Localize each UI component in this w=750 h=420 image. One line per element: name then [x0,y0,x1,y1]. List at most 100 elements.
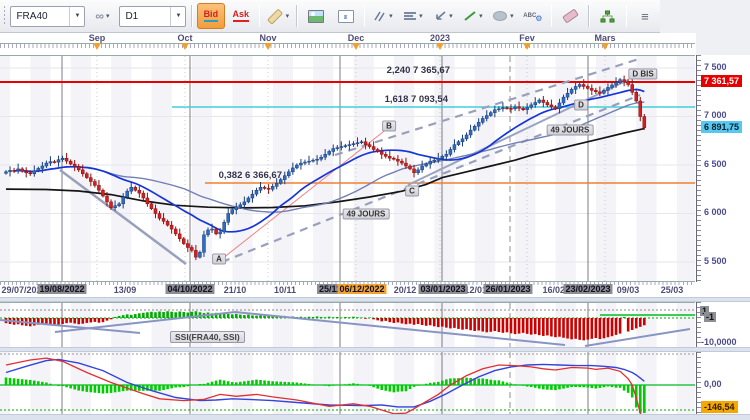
macd-axis[interactable]: 0,00-146,54 [696,352,750,414]
macd-zero-label: 0,00 [704,379,722,389]
price-axis-ticks [697,55,701,282]
photo-icon [308,10,324,23]
ssi-bottom-label: -10,0000 [701,337,737,347]
ssi-panel[interactable] [0,302,695,348]
date-badge[interactable]: 26/01/2023 [483,284,532,294]
chain-icon: ∞ [95,9,104,23]
month-label: Nov [238,33,298,43]
chart-menu-button[interactable]: ≡ [631,3,659,29]
main-panel-bottom-border [0,281,695,282]
fib-level-label: 0,382 6 366,67 [82,170,282,181]
main-chart-panel[interactable] [0,56,695,282]
bid-label: Bid [204,10,219,22]
eraser-button[interactable] [556,3,584,29]
freehand-icon [373,10,387,22]
month-marker-icon [436,43,444,50]
chevron-down-icon[interactable]: ▾ [106,12,110,20]
month-marker-icon [264,43,272,50]
ssi-value-badge: -1 [704,312,716,322]
bottom-strip [0,414,750,420]
fib-level-label: 1,618 7 093,54 [248,94,448,105]
horizontal-lines-icon [403,10,417,22]
ellipse-tool-button[interactable]: ▾ [489,3,517,29]
gear-icon: ⚙ [535,14,542,23]
month-label: Fev [497,33,557,43]
macd-chart[interactable] [0,352,695,414]
timeframe-value: D1 [120,11,170,22]
chart-point-badge[interactable]: D BIS [628,69,657,80]
toolbar-separator [588,5,589,27]
chart-point-badge[interactable]: B [382,121,396,132]
ssi-chart[interactable] [0,303,695,347]
toolbar-separator [626,5,627,27]
date-axis[interactable]: 29/07/202219/08/202213/0904/10/202221/10… [0,282,696,297]
link-charts-button[interactable]: ∞ ▾ [88,3,116,29]
month-axis[interactable]: Sep Oct Nov Dec 2023 Fev Mars [0,33,696,55]
fib-level-label: 2,240 7 365,67 [250,65,450,76]
ssi-axis[interactable]: 1-1-10,0000 [696,302,750,347]
chart-point-badge[interactable]: D [574,100,588,111]
org-structure-icon [600,10,615,23]
chevron-down-icon[interactable]: ▾ [479,12,483,20]
price-tick-label: 5 500 [704,256,727,266]
trading-app: FRA40 ▼ ∞ ▾ D1 ▼ Bid Ask ▾ [0,0,750,420]
bid-price-button[interactable]: Bid [197,3,225,29]
month-label: Sep [67,33,127,43]
last-price-badge[interactable]: 6 891,75 [701,121,742,133]
toolbar-separator [364,5,365,27]
level-price-badge[interactable]: 7 361,57 [701,75,742,87]
symbol-select[interactable]: FRA40 ▼ [10,6,85,27]
chevron-down-icon[interactable]: ▾ [510,12,514,20]
price-tick-label: 6 500 [704,159,727,169]
date-badge[interactable]: 19/08/2022 [37,284,86,294]
chevron-down-icon[interactable]: ▾ [286,12,290,20]
freehand-draw-button[interactable]: ▾ [369,3,397,29]
chevron-down-icon[interactable]: ▾ [449,12,453,20]
toolbar-grip[interactable] [4,6,5,26]
ask-price-button[interactable]: Ask [227,3,255,29]
ellipse-icon [492,10,508,22]
measure-tool-button[interactable]: ▾ [264,3,292,29]
chart-point-badge[interactable]: A [212,254,226,265]
chart-point-badge[interactable]: 49 JOURS [343,209,390,220]
chevron-down-icon[interactable]: ▾ [419,12,423,20]
eraser-icon [562,8,579,23]
chevron-down-icon[interactable]: ▼ [69,7,84,26]
price-tick-label: 7 500 [704,62,727,72]
chart-snapshot-button[interactable] [332,3,360,29]
price-axis[interactable]: 7 500 7 000 6 500 6 000 5 500 7 361,57 6 891,7… [696,55,750,282]
date-label: 13/09 [85,285,165,295]
workspace-layout-button[interactable] [594,3,622,29]
macd-panel[interactable] [0,352,695,415]
toolbar: FRA40 ▼ ∞ ▾ D1 ▼ Bid Ask ▾ [0,0,660,33]
text-tool-button[interactable]: ABC ⚙ [519,3,547,29]
month-label: 2023 [410,33,470,43]
chart-image-icon [338,10,354,23]
chart-point-badge[interactable]: C [405,186,419,197]
date-badge[interactable]: 03/01/2023 [418,284,467,294]
toolbar-spacer [696,33,750,55]
month-label: Oct [155,33,215,43]
toolbar-separator [296,5,297,27]
month-marker-icon [601,43,609,50]
timeframe-select[interactable]: D1 ▼ [119,6,186,27]
main-panel-top-border [0,55,695,56]
trendline-tool-button[interactable]: ▾ [459,3,487,29]
ssi-indicator-label[interactable]: SSI(FRA40, SSI) [170,331,245,343]
price-tick-label: 7 000 [704,110,727,120]
ask-label: Ask [233,10,250,22]
candlestick-chart[interactable] [0,56,695,282]
month-label: Dec [326,33,386,43]
date-label: 25/03 [632,285,712,295]
symbol-value: FRA40 [11,11,69,22]
date-label: 10/11 [245,285,325,295]
month-marker-icon [352,43,360,50]
chevron-down-icon[interactable]: ▾ [389,12,393,20]
chevron-down-icon[interactable]: ▼ [170,7,185,26]
horizontal-lines-tool-button[interactable]: ▾ [399,3,427,29]
price-tick-label: 6 000 [704,207,727,217]
save-image-button[interactable] [302,3,330,29]
month-label: Mars [575,33,635,43]
chart-point-badge[interactable]: 49 JOURS [547,125,594,136]
arrow-tool-button[interactable]: ▾ [429,3,457,29]
